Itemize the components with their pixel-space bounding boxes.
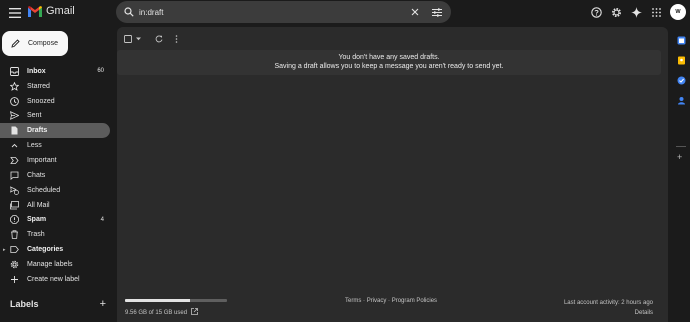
plus-icon xyxy=(10,275,19,284)
more-vert-icon[interactable] xyxy=(175,35,178,43)
sidebar-item-label: Spam xyxy=(27,216,47,224)
sidebar-item-trash[interactable]: Trash xyxy=(0,227,110,242)
privacy-link[interactable]: Privacy xyxy=(367,298,387,304)
help-icon[interactable] xyxy=(588,4,604,20)
all-mail-icon xyxy=(10,200,19,210)
sidebar-item-label: Inbox xyxy=(27,67,46,75)
pencil-icon xyxy=(11,39,20,48)
storage-usage: 9.56 GB of 15 GB used xyxy=(125,299,235,317)
sidebar-nav: Inbox 60 Starred Snoozed Sent Drafts Less Impor… xyxy=(0,64,110,287)
compose-button[interactable]: Compose xyxy=(2,31,68,56)
terms-link[interactable]: Terms xyxy=(345,298,361,304)
select-checkbox[interactable] xyxy=(124,35,132,43)
inbox-icon xyxy=(10,66,19,76)
sidebar-item-scheduled[interactable]: Scheduled xyxy=(0,183,110,198)
labels-header: Labels + xyxy=(10,298,106,310)
sidebar-item-less[interactable]: Less xyxy=(0,138,110,153)
sidebar-item-label: Trash xyxy=(27,231,45,239)
sidebar-item-label: Drafts xyxy=(27,127,48,135)
sidebar-item-label: Sent xyxy=(27,112,42,120)
sidebar-item-label: Create new label xyxy=(27,275,80,283)
labels-title: Labels xyxy=(10,299,39,309)
compose-label: Compose xyxy=(28,40,58,47)
send-icon xyxy=(10,111,19,121)
sidebar-item-label: Chats xyxy=(27,171,46,179)
clock-icon xyxy=(10,96,19,106)
last-activity-text: Last account activity: 2 hours ago xyxy=(563,300,653,306)
sidebar-item-important[interactable]: Important xyxy=(0,153,110,168)
details-link[interactable]: Details xyxy=(564,308,653,318)
star-icon xyxy=(10,81,19,91)
storage-bar xyxy=(125,299,227,302)
open-in-new-icon[interactable] xyxy=(191,308,198,317)
account-avatar[interactable]: W xyxy=(670,4,686,20)
sidebar-item-spam[interactable]: Spam 4 xyxy=(0,212,110,227)
empty-state-subtitle: Saving a draft allows you to keep a mess… xyxy=(274,63,504,70)
spam-icon xyxy=(10,215,19,225)
side-panel-divider xyxy=(676,146,686,147)
sidebar-item-label: Important xyxy=(27,156,57,164)
schedule-send-icon xyxy=(10,186,19,195)
header-actions: W xyxy=(0,4,690,20)
apps-grid-icon[interactable] xyxy=(648,4,664,20)
chevron-down-icon[interactable] xyxy=(136,37,141,41)
calendar-icon[interactable] xyxy=(676,35,686,45)
sidebar-item-label: Scheduled xyxy=(27,186,61,194)
toolbar xyxy=(124,33,178,45)
chat-icon xyxy=(10,171,19,180)
sidebar-item-all-mail[interactable]: All Mail xyxy=(0,198,110,213)
refresh-icon[interactable] xyxy=(155,35,163,43)
sidebar-item-chats[interactable]: Chats xyxy=(0,168,110,183)
contacts-icon[interactable] xyxy=(676,95,686,105)
sidebar-item-categories[interactable]: ▸ Categories xyxy=(0,242,110,257)
gear-icon xyxy=(10,260,19,269)
storage-bar-fill xyxy=(125,299,190,302)
sidebar-item-label: Categories xyxy=(27,246,64,254)
sidebar-item-create-new-label[interactable]: Create new label xyxy=(0,272,110,287)
trash-icon xyxy=(10,230,19,240)
footer-links: Terms · Privacy · Program Policies xyxy=(345,298,437,304)
expand-caret-icon[interactable]: ▸ xyxy=(3,247,6,253)
draft-icon xyxy=(10,126,19,135)
label-icon xyxy=(10,245,19,254)
tasks-icon[interactable] xyxy=(676,75,686,85)
chevron-up-icon xyxy=(10,141,19,150)
empty-state: You don't have any saved drafts. Saving … xyxy=(117,50,661,75)
get-addons-plus-icon[interactable]: + xyxy=(677,153,682,162)
sparkle-icon[interactable] xyxy=(628,4,644,20)
empty-state-title: You don't have any saved drafts. xyxy=(338,54,440,61)
sidebar-item-inbox[interactable]: Inbox 60 xyxy=(0,64,110,79)
program-policies-link[interactable]: Program Policies xyxy=(392,298,437,304)
sidebar-item-label: Snoozed xyxy=(27,97,55,105)
sidebar-item-label: Starred xyxy=(27,82,50,90)
main-panel: You don't have any saved drafts. Saving … xyxy=(117,27,668,322)
sidebar-item-sent[interactable]: Sent xyxy=(0,109,110,124)
keep-icon[interactable] xyxy=(676,55,686,65)
sidebar-item-label: Manage labels xyxy=(27,260,73,268)
important-icon xyxy=(10,156,19,165)
sidebar-item-snoozed[interactable]: Snoozed xyxy=(0,94,110,109)
storage-text: 9.56 GB of 15 GB used xyxy=(125,309,188,316)
sidebar-item-label: Less xyxy=(27,142,42,150)
sidebar-item-label: All Mail xyxy=(27,201,50,209)
plus-icon[interactable]: + xyxy=(100,298,106,310)
sidebar-item-starred[interactable]: Starred xyxy=(0,79,110,94)
unread-count: 60 xyxy=(97,68,104,75)
account-activity: Last account activity: 2 hours ago Detai… xyxy=(564,298,653,318)
gear-icon[interactable] xyxy=(608,4,624,20)
sidebar-item-manage-labels[interactable]: Manage labels xyxy=(0,257,110,272)
unread-count: 4 xyxy=(100,216,104,223)
sidebar-item-drafts[interactable]: Drafts xyxy=(0,123,110,139)
